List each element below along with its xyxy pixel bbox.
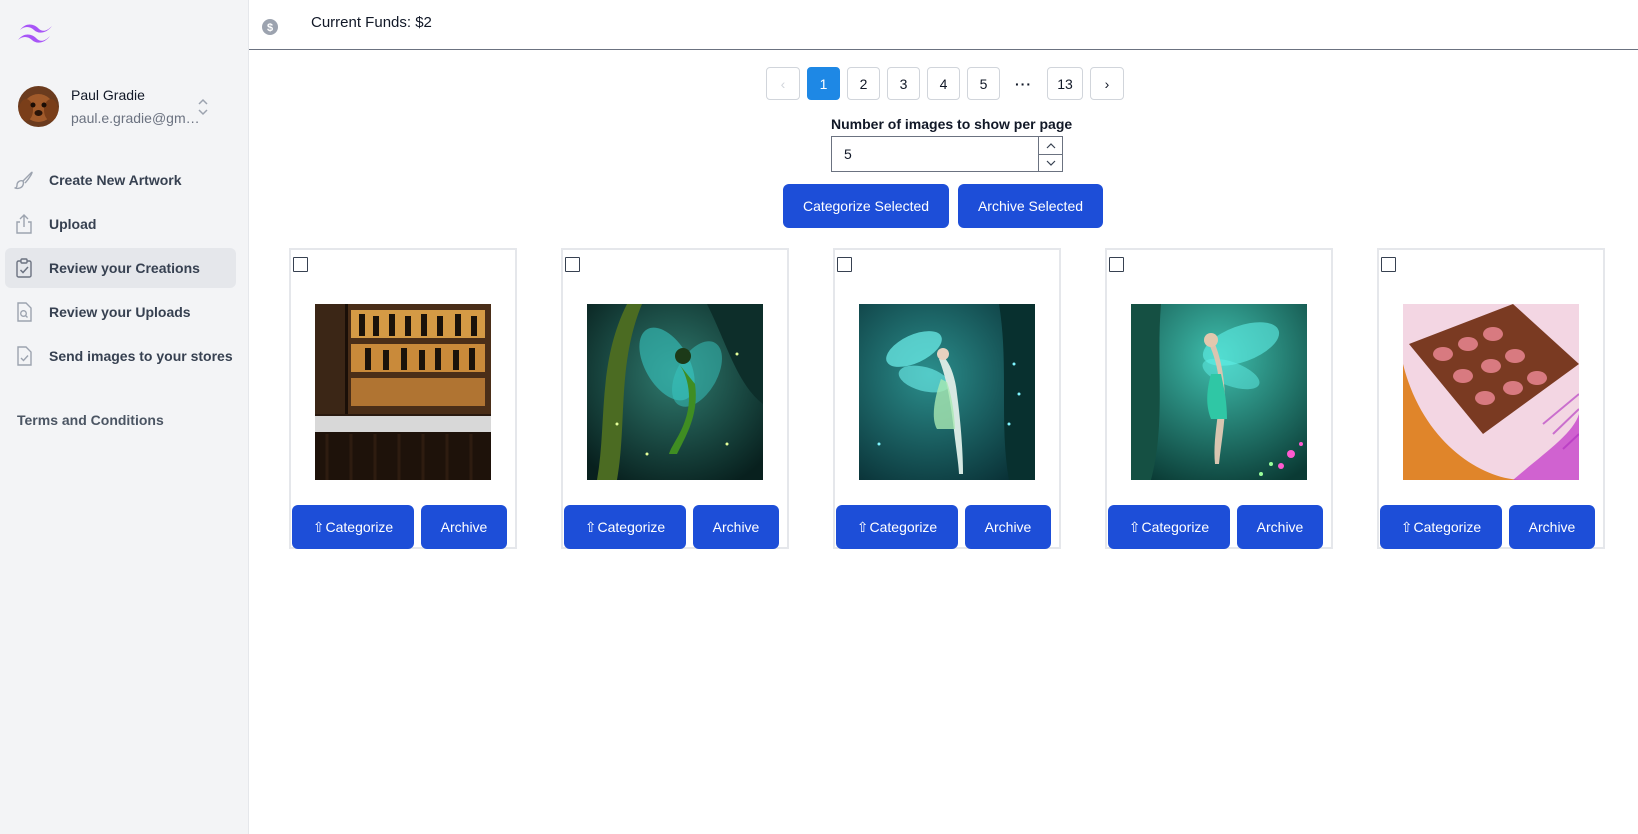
categorize-label: Categorize bbox=[1413, 519, 1482, 535]
user-name: Paul Gradie bbox=[71, 86, 145, 103]
user-email: paul.e.gradie@gmail.com bbox=[71, 109, 201, 126]
sidebar-item-label: Review your Uploads bbox=[49, 304, 191, 320]
categorize-button[interactable]: ⇧ Categorize bbox=[836, 505, 958, 549]
arrow-up-icon: ⇧ bbox=[1400, 518, 1413, 535]
categorize-label: Categorize bbox=[325, 519, 394, 535]
categorize-label: Categorize bbox=[1141, 519, 1210, 535]
select-checkbox[interactable] bbox=[1381, 257, 1396, 272]
categorize-selected-button[interactable]: Categorize Selected bbox=[783, 184, 949, 228]
categorize-button[interactable]: ⇧ Categorize bbox=[1108, 505, 1230, 549]
artwork-thumbnail[interactable] bbox=[1403, 304, 1579, 480]
arrow-up-icon: ⇧ bbox=[856, 518, 869, 535]
current-funds: Current Funds: $2 bbox=[311, 14, 432, 31]
categorize-button[interactable]: ⇧ Categorize bbox=[564, 505, 686, 549]
sidebar-item-label: Review your Creations bbox=[49, 260, 200, 276]
pagination-page-button[interactable]: 3 bbox=[887, 67, 920, 100]
arrow-up-icon: ⇧ bbox=[1128, 518, 1141, 535]
archive-button[interactable]: Archive bbox=[1237, 505, 1323, 549]
artwork-thumbnail[interactable] bbox=[859, 304, 1035, 480]
clipboard-check-icon bbox=[16, 258, 32, 278]
archive-button[interactable]: Archive bbox=[693, 505, 779, 549]
terms-link[interactable]: Terms and Conditions bbox=[17, 412, 164, 428]
categorize-button[interactable]: ⇧ Categorize bbox=[1380, 505, 1502, 549]
brand-logo[interactable] bbox=[16, 20, 56, 48]
top-bar: $ Current Funds: $2 bbox=[249, 0, 1638, 50]
sidebar-item-label: Create New Artwork bbox=[49, 172, 182, 188]
archive-button[interactable]: Archive bbox=[965, 505, 1051, 549]
document-search-icon bbox=[17, 302, 32, 322]
archive-selected-button[interactable]: Archive Selected bbox=[958, 184, 1103, 228]
categorize-label: Categorize bbox=[597, 519, 666, 535]
archive-button[interactable]: Archive bbox=[421, 505, 507, 549]
sidebar-item-review-creations[interactable]: Review your Creations bbox=[5, 248, 236, 288]
pagination-page-button[interactable]: 5 bbox=[967, 67, 1000, 100]
sidebar-item-upload[interactable]: Upload bbox=[5, 204, 236, 244]
avatar bbox=[18, 85, 59, 127]
select-checkbox[interactable] bbox=[565, 257, 580, 272]
image-card: ⇧ Categorize Archive bbox=[289, 248, 517, 549]
pagination-ellipsis: ··· bbox=[1015, 75, 1032, 92]
image-card: ⇧ Categorize Archive bbox=[1377, 248, 1605, 549]
pagination-page-button[interactable]: 4 bbox=[927, 67, 960, 100]
pagination-next-button[interactable]: › bbox=[1090, 67, 1124, 100]
upload-icon bbox=[16, 214, 32, 234]
artwork-thumbnail[interactable] bbox=[587, 304, 763, 480]
image-card: ⇧ Categorize Archive bbox=[1105, 248, 1333, 549]
image-card: ⇧ Categorize Archive bbox=[833, 248, 1061, 549]
user-menu[interactable]: Paul Gradie paul.e.gradie@gmail.com bbox=[18, 85, 230, 127]
pagination-page-button[interactable]: 1 bbox=[807, 67, 840, 100]
sidebar-item-send-to-stores[interactable]: Send images to your stores bbox=[5, 336, 236, 376]
arrow-up-icon: ⇧ bbox=[312, 518, 325, 535]
per-page-value: 5 bbox=[844, 146, 852, 162]
pagination-page-button[interactable]: 2 bbox=[847, 67, 880, 100]
pagination-prev-button[interactable]: ‹ bbox=[766, 67, 800, 100]
sidebar-item-review-uploads[interactable]: Review your Uploads bbox=[5, 292, 236, 332]
stepper-down-icon[interactable] bbox=[1039, 154, 1062, 171]
svg-text:$: $ bbox=[267, 22, 273, 34]
archive-button[interactable]: Archive bbox=[1509, 505, 1595, 549]
pagination-page-button[interactable]: 13 bbox=[1047, 67, 1083, 100]
image-card: ⇧ Categorize Archive bbox=[561, 248, 789, 549]
artwork-thumbnail[interactable] bbox=[315, 304, 491, 480]
sidebar: Paul Gradie paul.e.gradie@gmail.com Crea… bbox=[0, 0, 249, 834]
per-page-stepper[interactable] bbox=[1038, 137, 1062, 171]
sidebar-item-label: Send images to your stores bbox=[49, 348, 233, 364]
artwork-thumbnail[interactable] bbox=[1131, 304, 1307, 480]
categorize-button[interactable]: ⇧ Categorize bbox=[292, 505, 414, 549]
select-checkbox[interactable] bbox=[1109, 257, 1124, 272]
brush-icon bbox=[14, 171, 33, 190]
chevron-up-down-icon bbox=[198, 98, 208, 116]
pagination: ‹ 1 2 3 4 5 ··· 13 › bbox=[766, 67, 1131, 100]
per-page-input[interactable]: 5 bbox=[831, 136, 1063, 172]
coin-icon: $ bbox=[262, 19, 278, 35]
per-page-label: Number of images to show per page bbox=[831, 116, 1073, 132]
select-checkbox[interactable] bbox=[837, 257, 852, 272]
document-check-icon bbox=[17, 346, 32, 366]
stepper-up-icon[interactable] bbox=[1039, 137, 1062, 154]
sidebar-item-label: Upload bbox=[49, 216, 97, 232]
sidebar-nav: Create New Artwork Upload Review your Cr… bbox=[5, 160, 236, 380]
arrow-up-icon: ⇧ bbox=[584, 518, 597, 535]
categorize-label: Categorize bbox=[869, 519, 938, 535]
select-checkbox[interactable] bbox=[293, 257, 308, 272]
sidebar-item-create-new-artwork[interactable]: Create New Artwork bbox=[5, 160, 236, 200]
